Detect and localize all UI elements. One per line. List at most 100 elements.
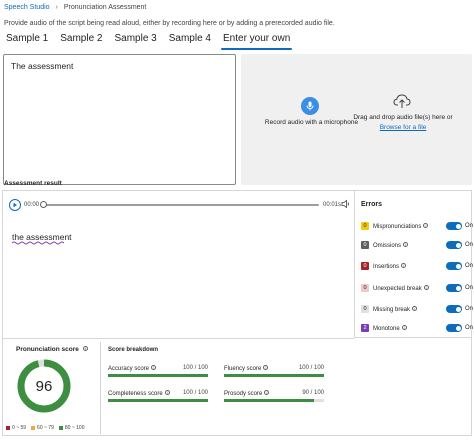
errors-title: Errors (361, 201, 383, 208)
info-icon[interactable]: i (401, 262, 407, 268)
tab-sample-3[interactable]: Sample 3 (109, 31, 163, 49)
metric-value: 90 / 100 (302, 390, 324, 396)
info-icon[interactable]: i (423, 284, 429, 290)
toggle-switch[interactable] (446, 324, 462, 332)
play-icon (13, 202, 17, 208)
metric-label: Fluency score i (224, 365, 269, 372)
toggle-switch[interactable] (446, 262, 462, 270)
error-label: Monotone i (373, 324, 407, 332)
error-row-missing-break: 0 Missing break i On (361, 303, 473, 315)
browse-file-link[interactable]: Browse for a file (351, 124, 455, 131)
error-label: Mispronunciations i (373, 222, 429, 230)
toggle-switch[interactable] (446, 284, 462, 292)
tab-sample-2[interactable]: Sample 2 (54, 31, 108, 49)
metric-bar (224, 374, 324, 377)
metric-value: 100 / 100 (298, 365, 324, 371)
metric-accuracy: Accuracy score i 100 / 100 (108, 365, 208, 381)
error-row-insertions: 0 Insertions i On (361, 260, 473, 272)
audio-input-panel: Record audio with a microphone Drag and … (241, 54, 472, 185)
info-icon[interactable]: i (151, 365, 157, 370)
metric-prosody: Prosody score i 90 / 100 (224, 390, 324, 406)
audio-progress-thumb[interactable] (40, 201, 47, 208)
toggle-state: On (465, 223, 474, 229)
info-icon[interactable]: i (164, 390, 170, 395)
toggle-state: On (465, 242, 474, 248)
monotone-squiggle (12, 241, 65, 245)
info-icon[interactable]: i (263, 365, 269, 370)
error-count-badge: 0 (361, 305, 369, 313)
score-breakdown-title: Score breakdown (108, 347, 159, 353)
cloud-upload-icon (393, 94, 411, 108)
info-icon[interactable]: i (264, 390, 270, 395)
assessment-result-title: Assessment result (4, 180, 62, 187)
error-label: Unexpected break i (373, 284, 429, 292)
metric-value: 100 / 100 (182, 365, 208, 371)
errors-panel: Errors 0 Mispronunciations i On 0 Omissio… (354, 191, 473, 338)
metric-bar-fill (224, 374, 324, 377)
metric-label: Completeness score i (108, 390, 170, 397)
metric-completeness: Completeness score i 100 / 100 (108, 390, 208, 406)
info-icon[interactable]: i (82, 346, 88, 351)
divider (3, 338, 354, 339)
error-count-badge: 0 (361, 241, 369, 249)
legend-item-mid: 60 ~ 79 (31, 425, 54, 431)
time-elapsed: 00:00 (24, 202, 40, 208)
metric-bar (108, 374, 208, 377)
audio-progress-track[interactable] (43, 204, 319, 206)
error-label: Insertions i (373, 262, 407, 270)
toggle-switch[interactable] (446, 222, 462, 230)
error-row-monotone: 2 Monotone i On (361, 322, 473, 334)
toggle-switch[interactable] (446, 305, 462, 313)
breadcrumb-speech-studio[interactable]: Speech Studio (4, 4, 50, 11)
toggle-switch[interactable] (446, 241, 462, 249)
pronunciation-score-title: Pronunciation score i (16, 346, 88, 353)
toggle-state: On (465, 263, 474, 269)
error-label: Missing break i (373, 305, 418, 313)
error-count-badge: 0 (361, 284, 369, 292)
metric-label: Accuracy score i (108, 365, 157, 372)
tab-sample-4[interactable]: Sample 4 (163, 31, 217, 49)
toggle-state: On (465, 325, 474, 331)
error-label: Omissions i (373, 241, 409, 249)
metric-bar (224, 399, 324, 402)
record-button[interactable] (301, 97, 319, 115)
metric-label: Prosody score i (224, 390, 270, 397)
volume-icon[interactable] (341, 199, 351, 209)
error-row-omissions: 0 Omissions i On (361, 239, 473, 251)
info-icon[interactable]: i (423, 222, 429, 228)
error-row-unexpected-break: 0 Unexpected break i On (361, 282, 473, 294)
info-icon[interactable]: i (412, 305, 418, 311)
info-icon[interactable]: i (401, 324, 407, 330)
record-label: Record audio with a microphone (264, 119, 359, 126)
error-row-mispronunciations: 0 Mispronunciations i On (361, 220, 473, 232)
error-count-badge: 0 (361, 262, 369, 270)
script-input[interactable]: The assessment (3, 54, 236, 185)
legend-swatch (6, 426, 10, 430)
time-total: 00:01s (323, 202, 342, 208)
intro-text: Provide audio of the script being read a… (4, 20, 335, 27)
breadcrumb: Speech Studio › Pronunciation Assessment (4, 1, 146, 13)
tab-sample-1[interactable]: Sample 1 (0, 31, 54, 49)
breadcrumb-current: Pronunciation Assessment (63, 3, 147, 11)
pronunciation-score-value: 96 (35, 377, 53, 395)
score-legend: 0 ~ 59 60 ~ 79 80 ~ 100 (6, 425, 89, 431)
toggle-state: On (465, 306, 474, 312)
legend-item-high: 80 ~ 100 (58, 425, 84, 431)
legend-item-low: 0 ~ 59 (6, 425, 26, 431)
tab-enter-your-own[interactable]: Enter your own (217, 31, 296, 50)
legend-swatch (58, 426, 63, 430)
drop-zone-label: Drag and drop audio file(s) here or (353, 114, 453, 121)
play-button[interactable] (9, 199, 21, 211)
info-icon[interactable]: i (403, 241, 409, 247)
error-count-badge: 0 (361, 222, 369, 230)
legend-swatch (31, 426, 36, 430)
metric-fluency: Fluency score i 100 / 100 (224, 365, 324, 381)
metric-bar-fill (108, 374, 208, 377)
chevron-right-icon: › (55, 3, 58, 11)
toggle-state: On (465, 285, 474, 291)
metric-bar-fill (224, 399, 314, 402)
metric-bar-fill (108, 399, 208, 402)
microphone-icon (306, 101, 314, 111)
metric-bar (108, 399, 208, 402)
metric-value: 100 / 100 (182, 390, 208, 396)
